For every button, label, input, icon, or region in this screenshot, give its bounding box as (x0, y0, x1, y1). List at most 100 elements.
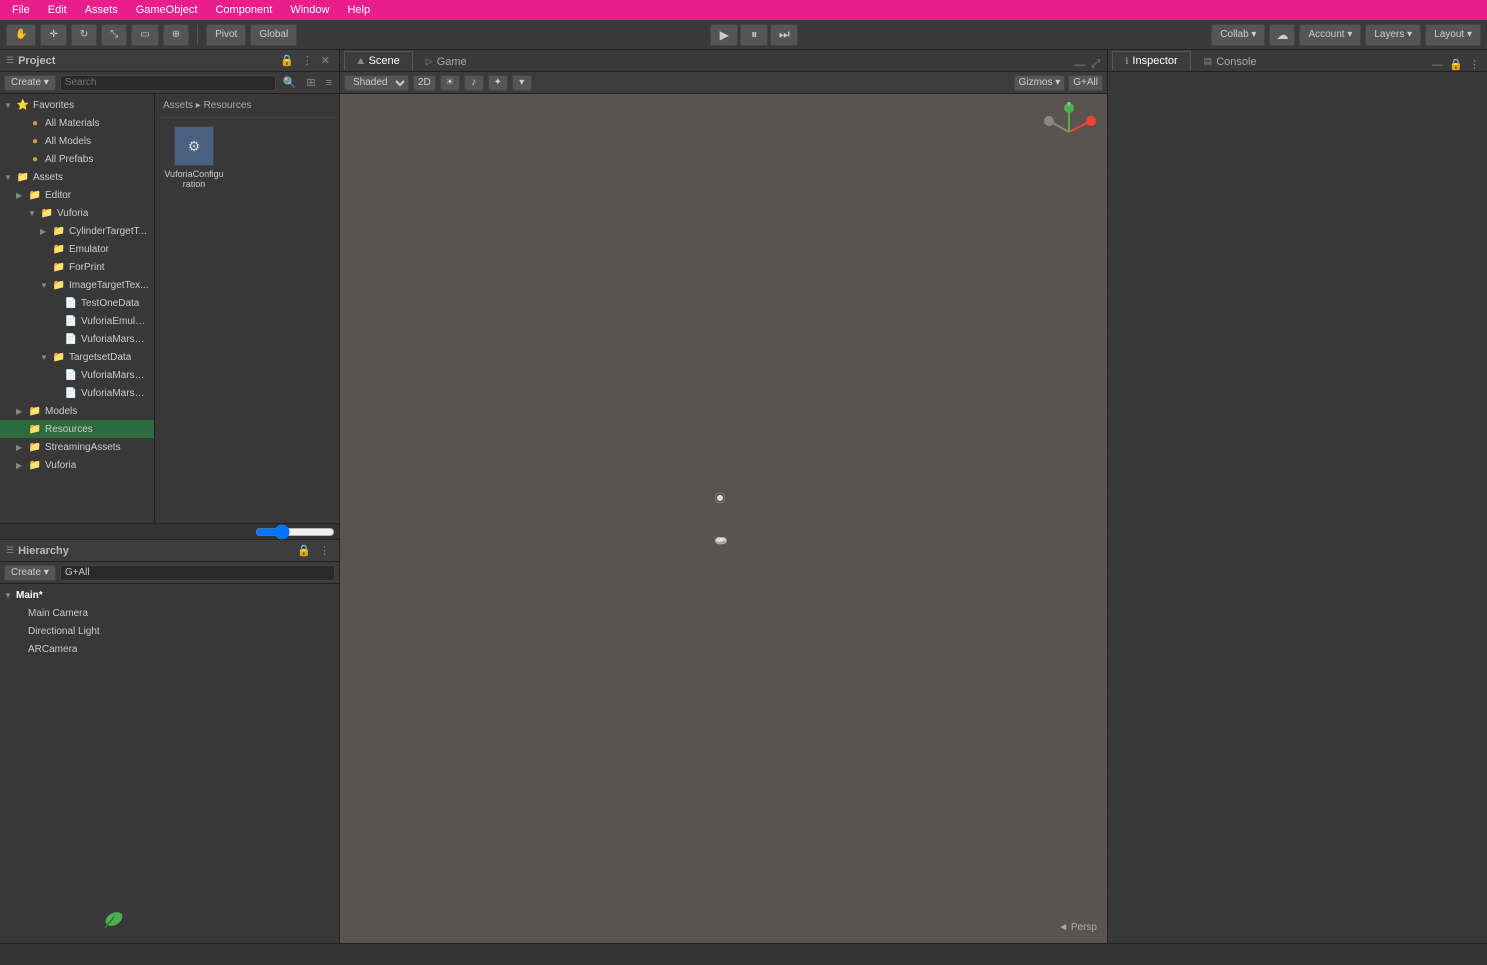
rect-tool-btn[interactable]: ▭ (131, 24, 158, 46)
scene-minimize-btn[interactable]: — (1071, 59, 1088, 71)
forprint-item[interactable]: 📁 ForPrint (0, 258, 154, 276)
gizmo-svg: Y (1039, 102, 1099, 162)
project-lock-btn[interactable]: 🔒 (277, 54, 297, 67)
vuforiamars-mo-item[interactable]: 📄 VuforiaMars_Mo... (0, 366, 154, 384)
vuforiamars-e-item[interactable]: 📄 VuforiaMars_E... (0, 330, 154, 348)
targetsetdata-item[interactable]: ▼ 📁 TargetsetData (0, 348, 154, 366)
ar-camera-item[interactable]: ARCamera (0, 640, 339, 658)
scene-root-label: Main* (16, 590, 43, 601)
imagetargettex-item[interactable]: ▼ 📁 ImageTargetTex... (0, 276, 154, 294)
layers-btn[interactable]: Layers ▾ (1365, 24, 1421, 46)
favorites-group[interactable]: ▼ ⭐ Favorites (0, 96, 154, 114)
project-search-icon: 🔍 (280, 76, 300, 89)
center-panel: ⛰ Scene ▷ Game — ⤢ Shaded 2D ☀ ♪ ✦ ▾ Giz… (340, 50, 1107, 943)
hierarchy-search-input[interactable] (60, 565, 335, 581)
hierarchy-create-btn[interactable]: Create ▾ (4, 565, 56, 581)
menu-window[interactable]: Window (282, 0, 337, 20)
vuforiaemulat-item[interactable]: 📄 VuforiaEmulat... (0, 312, 154, 330)
gizmos-btn[interactable]: Gizmos ▾ (1014, 75, 1066, 91)
scale-tool-btn[interactable]: ⤡ (101, 24, 127, 46)
project-create-btn[interactable]: Create ▾ (4, 75, 56, 91)
menu-file[interactable]: File (4, 0, 38, 20)
main-camera-item[interactable]: Main Camera (0, 604, 339, 622)
audio-btn[interactable]: ♪ (464, 75, 484, 91)
transform-tool-btn[interactable]: ⊕ (163, 24, 189, 46)
all-materials-item[interactable]: ● All Materials (0, 114, 154, 132)
vfx-btn[interactable]: ✦ (488, 75, 508, 91)
scene-view[interactable]: Y ◄ Persp (340, 94, 1107, 943)
cylindertarget-item[interactable]: ▶ 📁 CylinderTargetT... (0, 222, 154, 240)
right-panel: ℹ Inspector ▤ Console — 🔒 ⋮ (1107, 50, 1487, 943)
step-btn[interactable]: ⏭ (770, 24, 798, 46)
vuforia-root-arrow: ▶ (16, 461, 28, 470)
inspector-minimize-btn[interactable]: — (1429, 59, 1446, 71)
favorites-arrow: ▼ (4, 101, 16, 110)
vuforiaemulat-label: VuforiaEmulat... (81, 316, 150, 327)
inspector-content (1108, 72, 1487, 943)
streamingassets-item[interactable]: ▶ 📁 StreamingAssets (0, 438, 154, 456)
project-toolbar: Create ▾ 🔍 ⊞ ≡ (0, 72, 339, 94)
project-menu-btn[interactable]: ⋮ (299, 54, 316, 67)
inspector-tab-bar: ℹ Inspector ▤ Console — 🔒 ⋮ (1108, 50, 1487, 72)
directional-light-item[interactable]: Directional Light (0, 622, 339, 640)
hierarchy-menu-btn[interactable]: ⋮ (316, 544, 333, 557)
testonedata-item[interactable]: 📄 TestOneData (0, 294, 154, 312)
game-tab[interactable]: ▷ Game (413, 51, 480, 71)
pause-btn[interactable]: ⏸ (740, 24, 768, 46)
project-grid-btn[interactable]: ⊞ (303, 76, 318, 89)
global-btn[interactable]: Global (250, 24, 297, 46)
2d-mode-btn[interactable]: 2D (413, 75, 436, 91)
vuforia-root-item[interactable]: ▶ 📁 Vuforia (0, 456, 154, 474)
project-list-btn[interactable]: ≡ (323, 77, 335, 89)
hand-tool-btn[interactable]: ✋ (6, 24, 36, 46)
scene-gizmo[interactable]: Y (1039, 102, 1099, 162)
pivot-btn[interactable]: Pivot (206, 24, 246, 46)
console-tab[interactable]: ▤ Console (1191, 51, 1270, 71)
inspector-tab[interactable]: ℹ Inspector (1112, 51, 1191, 71)
all-models-item[interactable]: ● All Models (0, 132, 154, 150)
menu-component[interactable]: Component (207, 0, 280, 20)
vuforiamars-vuf-item[interactable]: 📄 VuforiaMars_Vuf... (0, 384, 154, 402)
menu-edit[interactable]: Edit (40, 0, 75, 20)
models-item[interactable]: ▶ 📁 Models (0, 402, 154, 420)
project-close-btn[interactable]: ✕ (318, 54, 333, 67)
scene-root-item[interactable]: ▼ Main* (0, 586, 339, 604)
project-search-input[interactable] (60, 75, 276, 91)
play-btn[interactable]: ▶ (710, 24, 738, 46)
rotate-tool-btn[interactable]: ↻ (71, 24, 97, 46)
menu-assets[interactable]: Assets (77, 0, 126, 20)
collab-btn[interactable]: Collab ▾ (1211, 24, 1265, 46)
hierarchy-panel-header: ☰ Hierarchy 🔒 ⋮ (0, 540, 339, 562)
all-filter-btn[interactable]: G+All (1068, 75, 1103, 91)
scene-extra-btn[interactable]: ▾ (512, 75, 532, 91)
menu-gameobject[interactable]: GameObject (128, 0, 206, 20)
menu-help[interactable]: Help (339, 0, 378, 20)
scene-cloud-obj (714, 535, 728, 548)
inspector-menu-btn[interactable]: ⋮ (1466, 58, 1483, 71)
assets-group[interactable]: ▼ 📁 Assets (0, 168, 154, 186)
scene-tab[interactable]: ⛰ Scene (344, 51, 413, 71)
layout-btn[interactable]: Layout ▾ (1425, 24, 1481, 46)
inspector-lock-btn[interactable]: 🔒 (1446, 58, 1466, 71)
lighting-btn[interactable]: ☀ (440, 75, 460, 91)
hierarchy-lock-btn[interactable]: 🔒 (294, 544, 314, 557)
emulator-item[interactable]: 📁 Emulator (0, 240, 154, 258)
svg-text:Y: Y (1067, 102, 1072, 108)
resources-item[interactable]: 📁 Resources (0, 420, 154, 438)
shading-select[interactable]: Shaded (344, 75, 409, 91)
vuforia-root-label: Vuforia (45, 460, 76, 471)
cloud-btn[interactable]: ☁ (1269, 24, 1295, 46)
scene-tab-controls: — ⤢ (1071, 58, 1103, 71)
scene-tab-icon: ⛰ (357, 56, 365, 67)
vuforia-config-file[interactable]: ⚙ VuforiaConfiguration (159, 122, 229, 193)
move-tool-btn[interactable]: ✛ (40, 24, 66, 46)
scene-maximize-btn[interactable]: ⤢ (1088, 58, 1103, 71)
editor-item[interactable]: ▶ 📁 Editor (0, 186, 154, 204)
all-prefabs-item[interactable]: ● All Prefabs (0, 150, 154, 168)
account-btn[interactable]: Account ▾ (1299, 24, 1361, 46)
project-size-slider[interactable] (255, 524, 335, 540)
targetsetdata-label: TargetsetData (69, 352, 131, 363)
vuforia-root-folder-icon: 📁 (28, 458, 42, 472)
vuforia-item[interactable]: ▼ 📁 Vuforia (0, 204, 154, 222)
all-prefabs-label: All Prefabs (45, 154, 93, 165)
